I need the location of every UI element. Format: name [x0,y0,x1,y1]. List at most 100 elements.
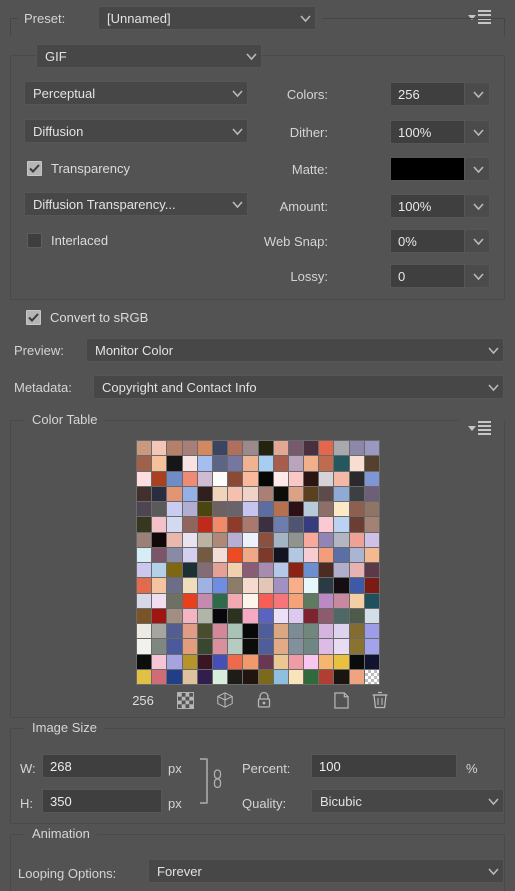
color-swatch[interactable] [258,578,273,593]
color-swatch[interactable] [137,547,152,562]
color-swatch[interactable] [197,624,212,639]
color-swatch[interactable] [182,654,197,669]
color-swatch[interactable] [319,578,334,593]
color-swatch[interactable] [137,608,152,623]
color-swatch[interactable] [167,593,182,608]
color-swatch[interactable] [304,502,319,517]
color-swatch[interactable] [273,639,288,654]
chevron-down-icon[interactable] [465,230,489,252]
amount-combo[interactable]: 100% [390,194,490,218]
color-swatch[interactable] [152,486,167,501]
color-swatch[interactable] [258,639,273,654]
color-swatch[interactable] [167,654,182,669]
color-swatch[interactable] [167,456,182,471]
color-swatch[interactable] [273,441,288,456]
color-swatch[interactable] [349,563,364,578]
color-swatch[interactable] [182,608,197,623]
color-swatch[interactable] [228,578,243,593]
color-swatch[interactable] [304,471,319,486]
color-swatch[interactable] [288,669,304,684]
color-swatch[interactable] [137,593,152,608]
color-swatch[interactable] [182,517,197,532]
color-swatch[interactable] [319,593,334,608]
color-swatch[interactable] [319,517,334,532]
color-swatch[interactable] [182,441,197,456]
color-swatch[interactable] [288,639,304,654]
color-swatch[interactable] [258,669,273,684]
color-swatch[interactable] [182,669,197,684]
reduction-algorithm-select[interactable]: Perceptual [24,81,248,105]
width-input[interactable]: 268 [42,754,162,778]
color-swatch[interactable] [258,608,273,623]
color-swatch[interactable] [228,517,243,532]
color-swatch[interactable] [197,593,212,608]
color-swatch[interactable] [228,608,243,623]
color-swatch[interactable] [364,471,379,486]
color-swatch[interactable] [258,456,273,471]
color-swatch[interactable] [137,639,152,654]
color-swatch[interactable] [258,547,273,562]
lossy-combo[interactable]: 0 [390,264,490,288]
color-swatch[interactable] [243,608,258,623]
color-swatch[interactable] [273,624,288,639]
preview-select[interactable]: Monitor Color [86,338,504,362]
delete-color-icon[interactable] [361,689,400,711]
color-swatch[interactable] [152,502,167,517]
color-swatch[interactable] [197,517,212,532]
color-swatch[interactable] [243,517,258,532]
color-swatch[interactable] [364,624,379,639]
color-swatch[interactable] [304,547,319,562]
color-swatch[interactable] [182,624,197,639]
color-swatch[interactable] [167,547,182,562]
color-swatch[interactable] [197,639,212,654]
lock-icon[interactable] [244,689,283,711]
color-swatch[interactable] [182,639,197,654]
color-swatch[interactable] [197,486,212,501]
color-swatch[interactable] [273,669,288,684]
color-swatch[interactable] [349,441,364,456]
color-swatch[interactable] [243,456,258,471]
web-shift-icon[interactable] [205,689,244,711]
color-swatch[interactable] [197,532,212,547]
color-swatch[interactable] [273,578,288,593]
color-swatch[interactable] [334,608,349,623]
color-swatch[interactable] [152,471,167,486]
color-swatch[interactable] [152,593,167,608]
color-swatch[interactable] [304,486,319,501]
color-swatch[interactable] [243,578,258,593]
chevron-down-icon[interactable] [465,158,489,180]
color-swatch[interactable] [167,563,182,578]
color-swatch[interactable] [334,441,349,456]
color-swatch[interactable] [197,654,212,669]
color-swatch[interactable] [334,624,349,639]
transparency-icon[interactable] [166,689,205,711]
height-input[interactable]: 350 [42,789,162,813]
color-swatch[interactable] [304,608,319,623]
color-swatch[interactable] [334,471,349,486]
color-swatch[interactable] [212,547,228,562]
color-swatch[interactable] [349,547,364,562]
color-swatch[interactable] [304,654,319,669]
color-swatch[interactable] [304,456,319,471]
color-swatch[interactable] [152,517,167,532]
color-swatch[interactable] [288,654,304,669]
color-swatch[interactable] [182,578,197,593]
color-swatch[interactable] [197,608,212,623]
color-swatch[interactable] [182,486,197,501]
color-swatch[interactable] [304,624,319,639]
color-swatch[interactable] [167,624,182,639]
color-swatch[interactable] [364,456,379,471]
color-swatch[interactable] [137,471,152,486]
color-swatch[interactable] [243,441,258,456]
color-swatch[interactable] [243,532,258,547]
color-swatch[interactable] [212,624,228,639]
color-swatch[interactable] [167,578,182,593]
web-snap-combo[interactable]: 0% [390,229,490,253]
color-swatch[interactable] [334,486,349,501]
color-swatch[interactable] [364,593,379,608]
color-swatch[interactable] [243,593,258,608]
transparency-checkbox[interactable]: Transparency [27,161,130,176]
color-swatch[interactable] [167,502,182,517]
color-swatch[interactable] [304,578,319,593]
color-swatch[interactable] [137,624,152,639]
